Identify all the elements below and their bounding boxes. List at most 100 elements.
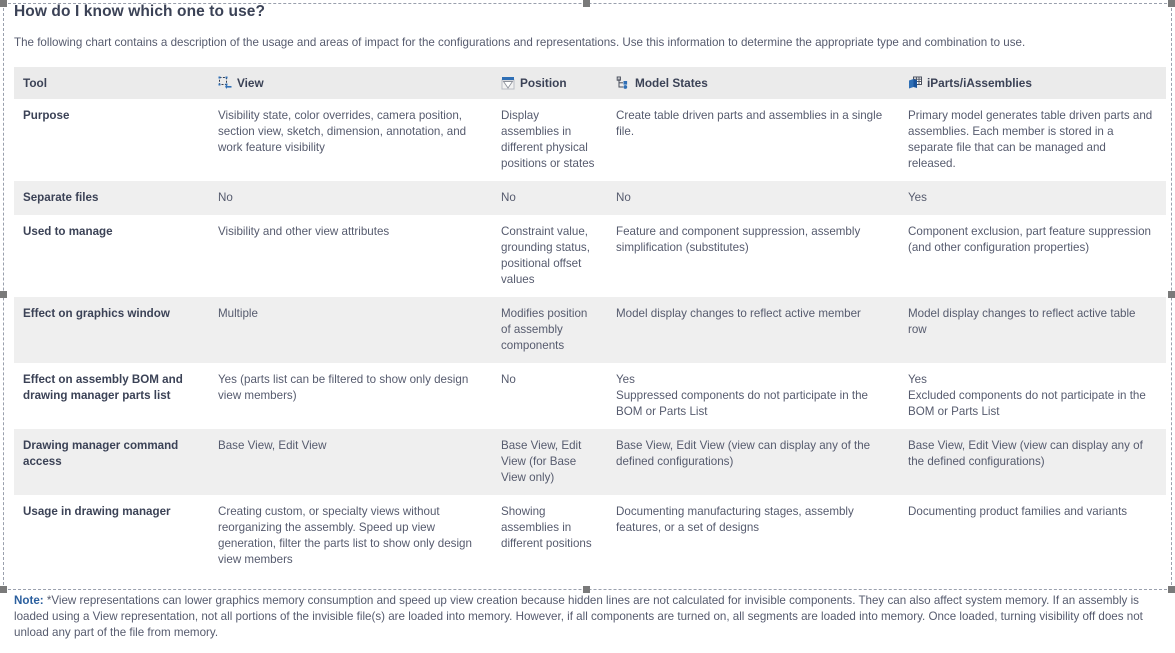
- table-cell: Base View, Edit View: [210, 429, 493, 495]
- cell-line: Yes: [908, 191, 927, 204]
- cell-line: Visibility state, color overrides, camer…: [218, 109, 467, 154]
- column-header-label: iParts/iAssemblies: [927, 76, 1032, 90]
- cell-line: Display assemblies in different physical…: [501, 109, 595, 170]
- column-header-label: Tool: [23, 76, 48, 90]
- cell-line: Base View, Edit View (for Base View only…: [501, 439, 582, 484]
- cell-line: Usage in drawing manager: [23, 505, 171, 518]
- cell-line: Model display changes to reflect active …: [616, 307, 861, 320]
- table-row: Separate files No No No Yes: [14, 181, 1166, 215]
- cell-line: Yes: [616, 373, 635, 386]
- cell-line: Base View, Edit View: [218, 439, 327, 452]
- note-paragraph: Note: *View representations can lower gr…: [14, 593, 1152, 641]
- column-header-label: View: [237, 76, 264, 90]
- selection-handle-bottom-left[interactable]: [0, 586, 7, 593]
- table-cell: Model display changes to reflect active …: [608, 297, 900, 363]
- cell-line: Effect on assembly BOM and drawing manag…: [23, 373, 183, 402]
- table-cell: Yes: [900, 181, 1166, 215]
- cell-line: Feature and component suppression, assem…: [616, 225, 861, 254]
- selection-handle-top-left[interactable]: [0, 0, 7, 7]
- table-row: Usage in drawing manager Creating custom,…: [14, 495, 1166, 577]
- cell-line: Showing assemblies in different position…: [501, 505, 592, 550]
- table-cell: Creating custom, or specialty views with…: [210, 495, 493, 577]
- table-cell: Model display changes to reflect active …: [900, 297, 1166, 363]
- table-cell: Base View, Edit View (for Base View only…: [493, 429, 608, 495]
- table-cell: Component exclusion, part feature suppre…: [900, 215, 1166, 297]
- model-states-icon: [616, 76, 630, 90]
- table-cell: Constraint value, grounding status, posi…: [493, 215, 608, 297]
- selection-handle-left-middle[interactable]: [0, 291, 7, 298]
- table-cell: Base View, Edit View (view can display a…: [608, 429, 900, 495]
- table-cell: Feature and component suppression, assem…: [608, 215, 900, 297]
- cell-line: Documenting manufacturing stages, assemb…: [616, 505, 854, 534]
- table-cell: Visibility state, color overrides, camer…: [210, 99, 493, 181]
- row-header-cell: Effect on assembly BOM and drawing manag…: [14, 363, 210, 429]
- cell-line: Separate files: [23, 191, 99, 204]
- table-cell: Modifies position of assembly components: [493, 297, 608, 363]
- view-representation-icon: [218, 76, 232, 90]
- content-area: How do I know which one to use? The foll…: [14, 0, 1166, 653]
- cell-line: Base View, Edit View (view can display a…: [908, 439, 1143, 468]
- cell-line: Creating custom, or specialty views with…: [218, 505, 472, 566]
- selection-handle-top-right[interactable]: [1168, 0, 1175, 7]
- cell-line: Effect on graphics window: [23, 307, 170, 320]
- cell-line: Excluded components do not participate i…: [908, 389, 1146, 418]
- table-cell: No: [493, 363, 608, 429]
- note-label: Note:: [14, 594, 44, 607]
- table-cell: Primary model generates table driven par…: [900, 99, 1166, 181]
- cell-line: Suppressed components do not participate…: [616, 389, 869, 418]
- table-body: Purpose Visibility state, color overrides…: [14, 99, 1166, 577]
- table-cell: No: [210, 181, 493, 215]
- positional-representation-icon: [501, 76, 515, 90]
- table-cell: No: [608, 181, 900, 215]
- row-header-cell: Drawing manager command access: [14, 429, 210, 495]
- row-header-cell: Effect on graphics window: [14, 297, 210, 363]
- cell-line: Base View, Edit View (view can display a…: [616, 439, 871, 468]
- column-header-iparts-iassemblies: iParts/iAssemblies: [900, 67, 1166, 99]
- cell-line: Yes (parts list can be filtered to show …: [218, 373, 469, 402]
- row-header-cell: Purpose: [14, 99, 210, 181]
- cell-line: Used to manage: [23, 225, 113, 238]
- table-row: Drawing manager command access Base View,…: [14, 429, 1166, 495]
- cell-line: No: [501, 373, 516, 386]
- comparison-table: Tool View Position Model States iParts/i…: [14, 67, 1166, 577]
- table-cell: No: [493, 181, 608, 215]
- document-page: How do I know which one to use? The foll…: [0, 0, 1175, 639]
- intro-paragraph: The following chart contains a descripti…: [14, 36, 1026, 49]
- cell-line: No: [218, 191, 233, 204]
- cell-line: Model display changes to reflect active …: [908, 307, 1136, 336]
- row-header-cell: Usage in drawing manager: [14, 495, 210, 577]
- column-header-label: Model States: [635, 76, 708, 90]
- cell-line: Create table driven parts and assemblies…: [616, 109, 883, 138]
- table-cell: Create table driven parts and assemblies…: [608, 99, 900, 181]
- table-cell: Yes Excluded components do not participat…: [900, 363, 1166, 429]
- cell-line: Drawing manager command access: [23, 439, 179, 468]
- table-cell: Documenting product families and variant…: [900, 495, 1166, 577]
- table-cell: Base View, Edit View (view can display a…: [900, 429, 1166, 495]
- selection-handle-right-middle[interactable]: [1168, 291, 1175, 298]
- cell-line: No: [501, 191, 516, 204]
- table-cell: Showing assemblies in different position…: [493, 495, 608, 577]
- cell-line: Visibility and other view attributes: [218, 225, 390, 238]
- row-header-cell: Separate files: [14, 181, 210, 215]
- cell-line: Component exclusion, part feature suppre…: [908, 225, 1151, 254]
- column-header-label: Position: [520, 76, 567, 90]
- table-cell: Multiple: [210, 297, 493, 363]
- cell-line: Constraint value, grounding status, posi…: [501, 225, 590, 286]
- table-head: Tool View Position Model States iParts/i…: [14, 67, 1166, 99]
- cell-line: Primary model generates table driven par…: [908, 109, 1153, 170]
- table-cell: Display assemblies in different physical…: [493, 99, 608, 181]
- column-header-model-states: Model States: [608, 67, 900, 99]
- table-row: Purpose Visibility state, color overrides…: [14, 99, 1166, 181]
- table-cell: Visibility and other view attributes: [210, 215, 493, 297]
- table-row: Effect on graphics window Multiple Modifie…: [14, 297, 1166, 363]
- table-cell: Yes (parts list can be filtered to show …: [210, 363, 493, 429]
- cell-line: Multiple: [218, 307, 258, 320]
- cell-line: Documenting product families and variant…: [908, 505, 1128, 518]
- cell-line: Modifies position of assembly components: [501, 307, 588, 352]
- cell-line: Yes: [908, 373, 927, 386]
- selection-handle-bottom-right[interactable]: [1168, 586, 1175, 593]
- column-header-view: View: [210, 67, 493, 99]
- table-cell: Documenting manufacturing stages, assemb…: [608, 495, 900, 577]
- table-row: Used to manage Visibility and other view …: [14, 215, 1166, 297]
- table-cell: Yes Suppressed components do not particip…: [608, 363, 900, 429]
